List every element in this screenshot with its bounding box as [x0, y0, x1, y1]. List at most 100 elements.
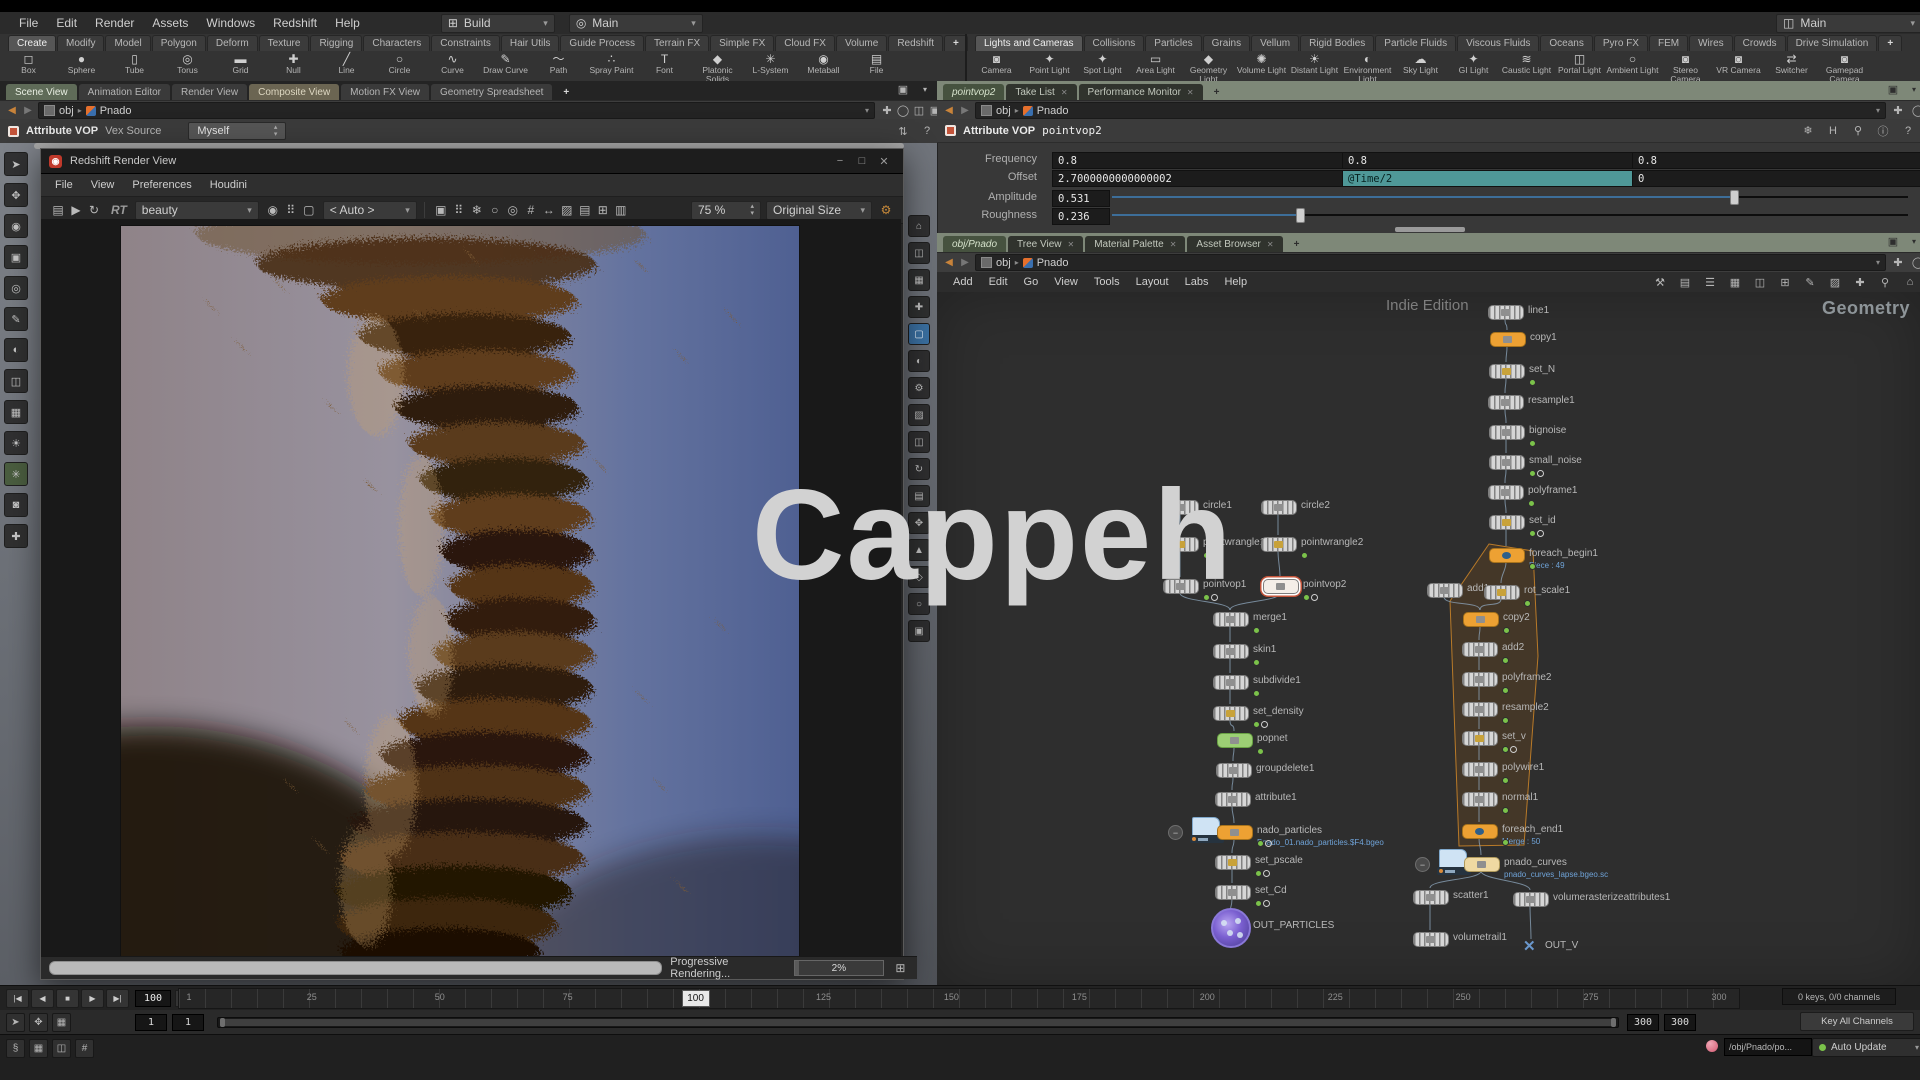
image-icon[interactable]: ▤ — [576, 203, 594, 217]
param-field-frequency-2[interactable]: 0.8 — [1632, 152, 1920, 169]
shelf-tool-circle[interactable]: ○Circle — [373, 51, 426, 75]
add-icon[interactable]: ✚ — [4, 524, 28, 548]
node-pointvop2[interactable] — [1263, 579, 1299, 594]
search-icon[interactable]: ⚲ — [1850, 124, 1866, 137]
param-field-offset-1[interactable]: @Time/2 — [1342, 170, 1639, 187]
close-button[interactable]: ✕ — [873, 155, 895, 168]
shelf-tool-portal-light[interactable]: ◫Portal Light — [1553, 51, 1606, 75]
shelf-tab-hair-utils[interactable]: Hair Utils — [501, 35, 560, 51]
node-set_density[interactable] — [1213, 706, 1249, 721]
menu-file[interactable]: File — [10, 14, 47, 32]
material-icon[interactable]: ▨ — [908, 404, 930, 426]
param-field-frequency-0[interactable]: 0.8 — [1052, 152, 1349, 169]
node-flag-dot[interactable] — [1253, 690, 1260, 697]
menu-assets[interactable]: Assets — [143, 14, 197, 32]
shelf-tool-geometry-light[interactable]: ◆Geometry Light — [1182, 51, 1235, 83]
back-icon[interactable]: ◀ — [6, 105, 18, 116]
grid-icon[interactable]: ▦ — [908, 269, 930, 291]
shelf-tab-fem[interactable]: FEM — [1649, 35, 1688, 51]
node-nado_particles[interactable] — [1217, 825, 1253, 840]
select-icon[interactable]: ▣ — [908, 620, 930, 642]
node-flag-dot[interactable] — [1537, 470, 1544, 477]
pin-icon[interactable]: ✚ — [879, 104, 895, 117]
right-main-dropdown[interactable]: ◫ Main ▾ — [1776, 14, 1920, 33]
node-flag-dot[interactable] — [1502, 657, 1509, 664]
play-icon[interactable]: ▶ — [67, 203, 85, 217]
collapse-button[interactable]: − — [1168, 825, 1183, 840]
grid-icon[interactable]: ▦ — [4, 400, 28, 424]
snap-icon[interactable]: ◎ — [4, 276, 28, 300]
shelf-tab-deform[interactable]: Deform — [207, 35, 258, 51]
node-rot_scale1[interactable] — [1484, 585, 1520, 600]
lock-icon[interactable]: ▣ — [432, 203, 450, 217]
notes-icon[interactable]: ✎ — [1802, 276, 1818, 289]
node-scatter1[interactable] — [1413, 890, 1449, 905]
node-resample2[interactable] — [1462, 702, 1498, 717]
back-icon[interactable]: ◀ — [943, 105, 955, 116]
node-flag-dot[interactable] — [1529, 530, 1536, 537]
shelf-tab-crowds[interactable]: Crowds — [1734, 35, 1786, 51]
pin-icon[interactable]: ✚ — [1890, 104, 1906, 117]
shelf-tool-line[interactable]: ╱Line — [320, 51, 373, 75]
left-path-field[interactable]: obj ▸ Pnado ▾ — [38, 102, 875, 119]
color-icon[interactable]: ▨ — [1827, 276, 1843, 289]
node-flag-dot[interactable] — [1503, 627, 1510, 634]
network-menu-view[interactable]: View — [1046, 274, 1086, 290]
node-flag-dot[interactable] — [1502, 839, 1509, 846]
chevron-down-icon[interactable]: ▾ — [1906, 85, 1920, 94]
vex-source-dropdown[interactable]: Myself ▴▾ — [188, 122, 286, 140]
dither-icon[interactable]: ⠿ — [282, 203, 300, 217]
node-name-field[interactable]: pointvop2 — [1042, 124, 1102, 137]
close-icon[interactable]: ✕ — [1061, 88, 1068, 97]
network-menu-tools[interactable]: Tools — [1086, 274, 1128, 290]
help-icon[interactable]: ◯ — [1910, 104, 1920, 117]
render-menu-houdini[interactable]: Houdini — [202, 177, 255, 193]
shelf-tool-tube[interactable]: ▯Tube — [108, 51, 161, 75]
node-pointwrangle2[interactable] — [1261, 537, 1297, 552]
node-flag-dot[interactable] — [1502, 807, 1509, 814]
ref-icon[interactable]: ⊞ — [1777, 276, 1793, 289]
search-icon[interactable]: ⚲ — [1877, 276, 1893, 289]
node-skin1[interactable] — [1213, 644, 1249, 659]
chevron-down-icon[interactable]: ▾ — [1876, 258, 1880, 267]
shelf-tab-rigid-bodies[interactable]: Rigid Bodies — [1300, 35, 1374, 51]
snowflake-icon[interactable]: ❄ — [1800, 124, 1816, 137]
pin-icon[interactable]: ◉ — [4, 214, 28, 238]
grid-icon[interactable]: ▦ — [52, 1013, 71, 1032]
lock-icon[interactable]: ▣ — [4, 245, 28, 269]
node-flag-dot[interactable] — [1255, 870, 1262, 877]
shelf-tool-spot-light[interactable]: ✦Spot Light — [1076, 51, 1129, 75]
tab-add[interactable]: + — [1205, 84, 1229, 100]
home-icon[interactable]: ⌂ — [908, 215, 930, 237]
render-menu-view[interactable]: View — [83, 177, 123, 193]
shelf-tool-grid[interactable]: ▬Grid — [214, 51, 267, 75]
node-set_v[interactable] — [1462, 731, 1498, 746]
node-flag-dot[interactable] — [1301, 552, 1308, 559]
range-start-field[interactable]: 1 — [135, 1014, 167, 1031]
node-volumetrail1[interactable] — [1413, 932, 1449, 947]
timeline-ruler[interactable]: 1255075125150175200225250275300100 — [178, 988, 1740, 1009]
play-button[interactable]: ▶ — [81, 989, 104, 1008]
help-icon[interactable]: ? — [1900, 125, 1916, 137]
snowflake-icon[interactable]: ❄ — [468, 203, 486, 217]
node-flag-dot[interactable] — [1257, 748, 1264, 755]
help-icon[interactable]: ? — [919, 125, 935, 137]
node-OUT_PARTICLES[interactable] — [1211, 908, 1251, 948]
hatch-icon[interactable]: ▨ — [558, 203, 576, 217]
node-attribute1[interactable] — [1215, 792, 1251, 807]
shelf-tool-torus[interactable]: ◎Torus — [161, 51, 214, 75]
shelf-tab-particles[interactable]: Particles — [1145, 35, 1201, 51]
chevron-down-icon[interactable]: ▾ — [1906, 237, 1920, 246]
node-flag-dot[interactable] — [1253, 627, 1260, 634]
chevron-down-icon[interactable]: ▾ — [917, 85, 933, 94]
zoom-level-field[interactable]: 75 % ▴▾ — [691, 201, 761, 220]
back-icon[interactable]: ◀ — [943, 257, 955, 268]
chevron-down-icon[interactable]: ▾ — [1876, 106, 1880, 115]
network-menu-labs[interactable]: Labs — [1177, 274, 1217, 290]
node-flag-dot[interactable] — [1303, 594, 1310, 601]
shelf-tab-model[interactable]: Model — [105, 35, 150, 51]
shelf-tool-null[interactable]: ✚Null — [267, 51, 320, 75]
network-menu-help[interactable]: Help — [1216, 274, 1255, 290]
node-volumerasterizeattributes1[interactable] — [1513, 892, 1549, 907]
shelf-tool-curve[interactable]: ∿Curve — [426, 51, 479, 75]
